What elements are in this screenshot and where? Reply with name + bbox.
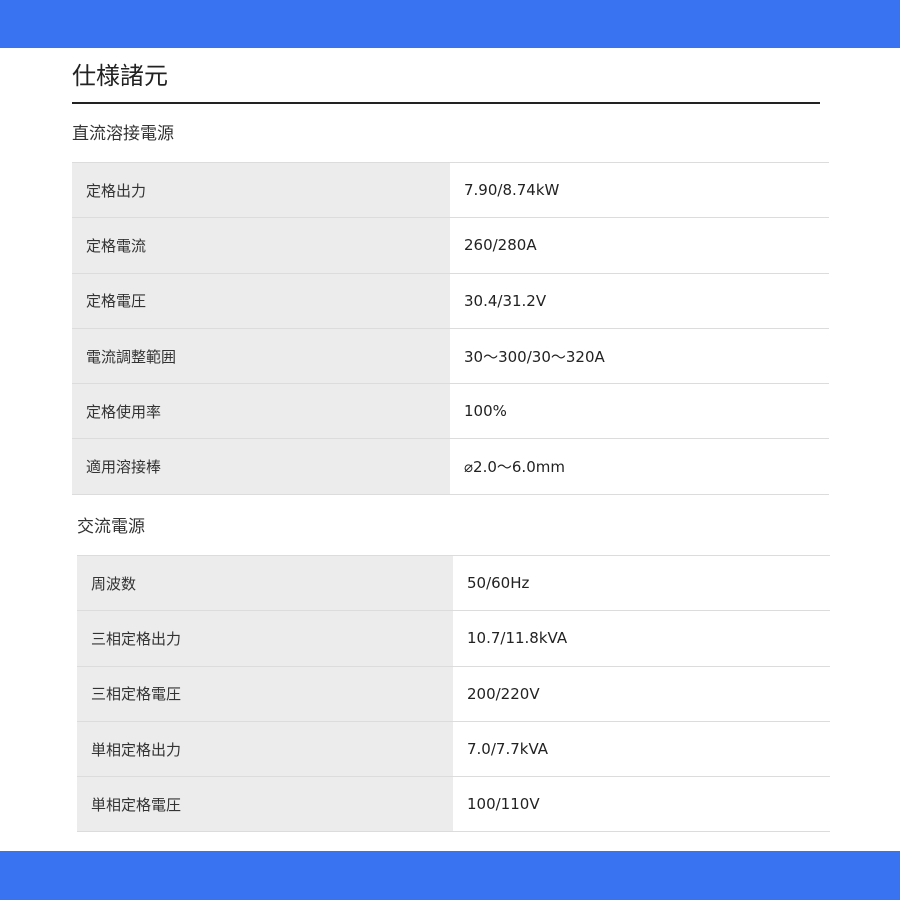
table-row: 定格電圧 30.4/31.2V xyxy=(72,273,829,329)
table-row: 周波数 50/60Hz xyxy=(77,555,830,611)
spec-label: 三相定格電圧 xyxy=(77,666,453,722)
table-row: 定格出力 7.90/8.74kW xyxy=(72,162,829,218)
spec-label: 定格使用率 xyxy=(72,383,450,439)
table-row: 電流調整範囲 30～300/30～320A xyxy=(72,328,829,384)
ac-power-spec-table: 周波数 50/60Hz 三相定格出力 10.7/11.8kVA 三相定格電圧 2… xyxy=(77,555,830,832)
section-heading-ac-power: 交流電源 xyxy=(77,517,145,537)
spec-label: 定格電流 xyxy=(72,217,450,274)
table-row: 定格使用率 100% xyxy=(72,383,829,439)
spec-label: 適用溶接棒 xyxy=(72,438,450,495)
spec-value: 100% xyxy=(450,383,829,439)
spec-value: 200/220V xyxy=(453,666,830,722)
spec-value: 30～300/30～320A xyxy=(450,328,829,384)
table-row: 三相定格出力 10.7/11.8kVA xyxy=(77,610,830,667)
title-divider xyxy=(72,102,820,104)
spec-value: 260/280A xyxy=(450,217,829,274)
spec-value: 7.90/8.74kW xyxy=(450,162,829,218)
spec-label: 単相定格電圧 xyxy=(77,776,453,832)
spec-value: 100/110V xyxy=(453,776,830,832)
spec-label: 定格電圧 xyxy=(72,273,450,329)
table-row: 適用溶接棒 ⌀2.0～6.0mm xyxy=(72,438,829,495)
spec-label: 三相定格出力 xyxy=(77,610,453,667)
spec-value: 10.7/11.8kVA xyxy=(453,610,830,667)
section-heading-dc-welding-power: 直流溶接電源 xyxy=(72,124,174,144)
spec-value: 30.4/31.2V xyxy=(450,273,829,329)
table-row: 定格電流 260/280A xyxy=(72,217,829,274)
top-banner xyxy=(0,0,900,48)
dc-welding-spec-table: 定格出力 7.90/8.74kW 定格電流 260/280A 定格電圧 30.4… xyxy=(72,162,829,495)
table-row: 単相定格電圧 100/110V xyxy=(77,776,830,832)
spec-value: 7.0/7.7kVA xyxy=(453,721,830,777)
page-title: 仕様諸元 xyxy=(72,62,168,90)
spec-label: 定格出力 xyxy=(72,162,450,218)
spec-value: ⌀2.0～6.0mm xyxy=(450,438,829,495)
spec-label: 周波数 xyxy=(77,555,453,611)
table-row: 三相定格電圧 200/220V xyxy=(77,666,830,722)
spec-label: 電流調整範囲 xyxy=(72,328,450,384)
table-row: 単相定格出力 7.0/7.7kVA xyxy=(77,721,830,777)
spec-value: 50/60Hz xyxy=(453,555,830,611)
bottom-banner xyxy=(0,851,900,900)
spec-label: 単相定格出力 xyxy=(77,721,453,777)
